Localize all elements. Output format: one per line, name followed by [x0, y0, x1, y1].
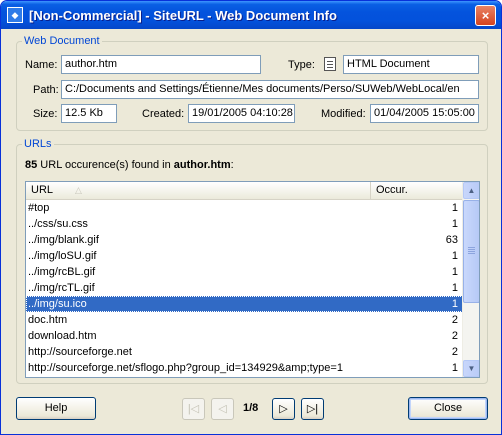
occur-cell: 1	[451, 218, 458, 230]
window-title: [Non-Commercial] - SiteURL - Web Documen…	[29, 7, 337, 23]
document-icon	[324, 57, 336, 71]
dialog-window: ◆ [Non-Commercial] - SiteURL - Web Docum…	[0, 0, 502, 435]
table-row[interactable]: ../img/rcBL.gif 1	[26, 264, 463, 280]
column-header-occur[interactable]: Occur.	[371, 182, 463, 200]
column-url-label: URL	[31, 184, 54, 196]
url-cell: http://sourceforge.net	[28, 346, 132, 358]
scroll-grip-icon	[468, 247, 475, 248]
table-row[interactable]: ../css/su.css 1	[26, 216, 463, 232]
column-header-url[interactable]: URL △	[26, 182, 371, 200]
url-summary-text: URL occurence(s) found in	[37, 159, 174, 171]
occur-cell: 1	[451, 282, 458, 294]
close-button[interactable]: Close	[408, 397, 488, 420]
table-row[interactable]: http://sourceforge.net 2	[26, 344, 463, 360]
url-cell: ../img/rcTL.gif	[28, 282, 95, 294]
size-field[interactable]: 12.5 Kb	[61, 104, 117, 123]
url-cell: ../img/blank.gif	[28, 234, 99, 246]
list-rows: #top 1 ../css/su.css 1 ../img/blank.gif 63 ../…	[26, 200, 463, 376]
table-row[interactable]: ../img/blank.gif 63	[26, 232, 463, 248]
sort-ascending-icon: △	[75, 185, 82, 195]
table-row[interactable]: doc.htm 2	[26, 312, 463, 328]
type-label: Type:	[288, 59, 315, 71]
url-cell: download.htm	[28, 330, 97, 342]
table-row[interactable]: ../img/loSU.gif 1	[26, 248, 463, 264]
url-cell: ../img/loSU.gif	[28, 250, 97, 262]
occur-cell: 2	[451, 314, 458, 326]
url-cell: ../img/rcBL.gif	[28, 266, 96, 278]
first-page-button[interactable]: |◁	[182, 398, 205, 420]
size-label: Size:	[33, 108, 58, 120]
window-close-button[interactable]: ×	[475, 5, 496, 26]
occur-cell: 2	[451, 346, 458, 358]
previous-page-button[interactable]: ◁	[211, 398, 234, 420]
url-summary-file: author.htm	[173, 159, 231, 171]
url-cell: doc.htm	[28, 314, 68, 326]
table-row[interactable]: ../img/rcTL.gif 1	[26, 280, 463, 296]
url-count: 85	[25, 159, 38, 171]
table-row[interactable]: ../img/su.ico 1	[26, 296, 463, 312]
path-label: Path:	[33, 84, 59, 96]
urls-legend: URLs	[24, 138, 52, 150]
url-cell: ../css/su.css	[28, 218, 88, 230]
url-cell: ../img/su.ico	[28, 298, 87, 310]
web-document-legend: Web Document	[24, 35, 100, 47]
name-field[interactable]: author.htm	[61, 55, 261, 74]
occur-cell: 1	[451, 202, 458, 214]
url-summary-suffix: :	[230, 159, 234, 171]
url-list[interactable]: URL △ Occur. #top 1 ../css/su.css 1 ../img/bl…	[25, 181, 480, 378]
created-field[interactable]: 19/01/2005 04:10:28	[188, 104, 295, 123]
url-cell: http://sourceforge.net/sflogo.php?group_…	[28, 362, 343, 374]
scroll-thumb[interactable]	[463, 200, 479, 303]
url-cell: #top	[28, 202, 50, 214]
vertical-scrollbar[interactable]: ▲ ▼	[462, 182, 479, 377]
occur-cell: 1	[451, 362, 458, 374]
occur-cell: 1	[451, 250, 458, 262]
scroll-down-button[interactable]: ▼	[463, 360, 479, 377]
title-bar[interactable]: ◆ [Non-Commercial] - SiteURL - Web Docum…	[1, 1, 501, 29]
occur-cell: 2	[451, 330, 458, 342]
table-row[interactable]: http://sourceforge.net/sflogo.php?group_…	[26, 360, 463, 376]
app-icon: ◆	[7, 7, 23, 23]
modified-field[interactable]: 01/04/2005 15:05:00	[370, 104, 479, 123]
path-field[interactable]: C:/Documents and Settings/Étienne/Mes do…	[61, 80, 479, 99]
page-indicator: 1/8	[243, 402, 259, 414]
last-page-button[interactable]: ▷|	[301, 398, 324, 420]
type-field[interactable]: HTML Document	[343, 55, 479, 74]
name-label: Name:	[25, 59, 58, 71]
help-button[interactable]: Help	[16, 397, 96, 420]
table-row[interactable]: download.htm 2	[26, 328, 463, 344]
created-label: Created:	[142, 108, 185, 120]
table-row[interactable]: #top 1	[26, 200, 463, 216]
modified-label: Modified:	[321, 108, 366, 120]
list-header: URL △ Occur.	[26, 182, 463, 200]
next-page-button[interactable]: ▷	[272, 398, 295, 420]
occur-cell: 63	[445, 234, 458, 246]
url-summary: 85 URL occurence(s) found in author.htm:	[25, 159, 234, 171]
occur-cell: 1	[451, 266, 458, 278]
scroll-up-button[interactable]: ▲	[463, 182, 479, 199]
occur-cell: 1	[451, 298, 458, 310]
